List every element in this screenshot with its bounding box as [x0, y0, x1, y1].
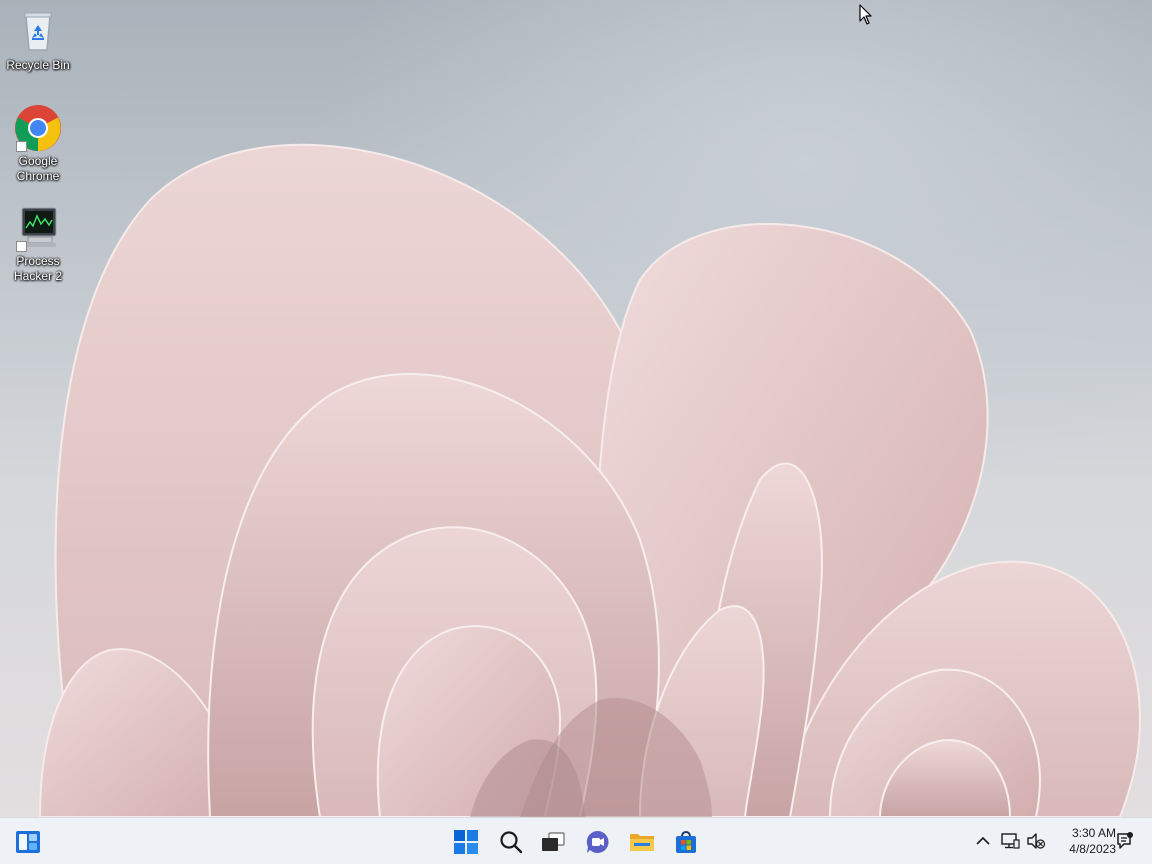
network-button[interactable]	[1000, 831, 1020, 851]
clock-time: 3:30 AM	[1071, 826, 1116, 840]
mouse-cursor-icon	[859, 4, 872, 25]
desktop[interactable]: Recycle Bin Google Chrome Process Hacker…	[0, 0, 1152, 817]
recycle-bin-icon	[14, 8, 62, 56]
start-icon	[454, 830, 478, 854]
desktop-icon-label: Process Hacker 2	[13, 254, 63, 283]
search-icon	[500, 831, 523, 854]
taskbar: 3:30 AM 4/8/2023	[0, 817, 1152, 864]
desktop-icon-process-hacker[interactable]: Process Hacker 2	[0, 204, 76, 284]
desktop-icon-recycle-bin[interactable]: Recycle Bin	[0, 8, 76, 73]
file-explorer-icon	[630, 834, 654, 851]
chat-icon	[586, 830, 609, 853]
volume-muted-icon	[1027, 833, 1046, 849]
desktop-icon-label: Google Chrome	[16, 154, 60, 183]
notification-button[interactable]	[1115, 831, 1135, 851]
process-hacker-icon	[14, 204, 62, 252]
widgets-icon	[16, 831, 40, 853]
wallpaper-bloom	[38, 143, 1142, 817]
network-icon	[1001, 833, 1020, 849]
store-icon	[676, 831, 696, 853]
task-view-icon	[542, 832, 565, 851]
clock-date: 4/8/2023	[1069, 842, 1116, 856]
desktop-icon-google-chrome[interactable]: Google Chrome	[0, 104, 76, 184]
shortcut-arrow-icon	[16, 241, 27, 252]
desktop-icon-label: Recycle Bin	[6, 58, 70, 72]
volume-button[interactable]	[1026, 831, 1046, 851]
widgets-button[interactable]	[10, 824, 46, 860]
show-hidden-icons-button[interactable]	[973, 831, 993, 851]
start-button[interactable]	[448, 824, 484, 860]
clock[interactable]: 3:30 AM 4/8/2023	[1054, 825, 1116, 857]
task-view-button[interactable]	[535, 824, 571, 860]
shortcut-arrow-icon	[16, 141, 27, 152]
chat-button[interactable]	[580, 824, 616, 860]
chevron-up-icon	[976, 836, 990, 845]
store-button[interactable]	[668, 824, 704, 860]
notification-icon	[1117, 832, 1133, 849]
search-button[interactable]	[493, 824, 529, 860]
file-explorer-button[interactable]	[624, 824, 660, 860]
chrome-icon	[14, 104, 62, 152]
